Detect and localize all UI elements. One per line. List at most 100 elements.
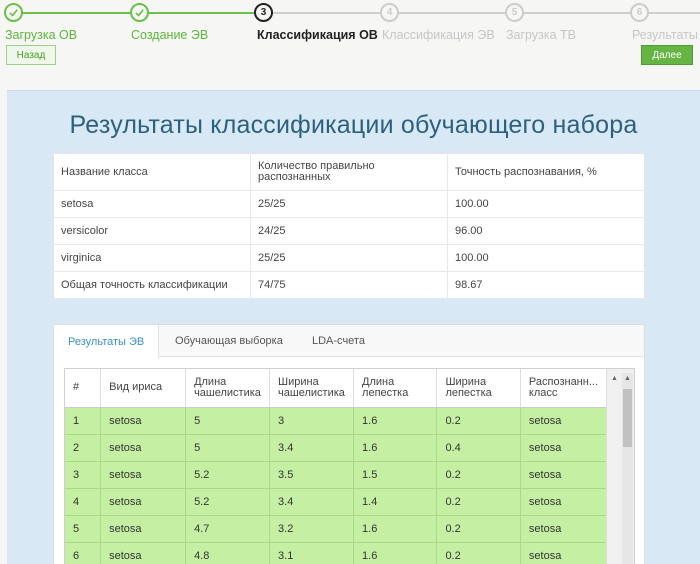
step-6-label[interactable]: Результаты: [632, 28, 698, 42]
grid-cell: 0.2: [436, 488, 521, 516]
grid-cell: 3.4: [269, 434, 355, 462]
grid-cell: 1.6: [353, 542, 438, 564]
grid-cell: 3: [269, 407, 355, 435]
table-row[interactable]: 6 setosa 4.8 3.1 1.6 0.2 setosa: [65, 542, 606, 564]
grid-cell: 1.6: [353, 515, 438, 543]
grid-cell: setosa: [520, 488, 606, 516]
classification-summary-table: Название класса Количество правильно рас…: [53, 153, 645, 299]
step-1-label[interactable]: Загрузка ОВ: [5, 28, 77, 42]
step-1-check-icon: [4, 3, 23, 22]
tab-results-ev[interactable]: Результаты ЭВ: [54, 325, 160, 358]
grid-cell: 1.6: [353, 407, 438, 435]
grid-cell: 0.2: [436, 461, 521, 489]
grid-header-row: # Вид ириса Длина чашелистика Ширина чаш…: [65, 369, 606, 408]
step-5-label[interactable]: Загрузка ТВ: [506, 28, 576, 42]
results-tabs-card: Результаты ЭВ Обучающая выборка LDA-счет…: [53, 324, 645, 564]
grid-cell: 4.7: [185, 515, 271, 543]
table-row[interactable]: 4 setosa 5.2 3.4 1.4 0.2 setosa: [65, 488, 606, 516]
grid-header-species[interactable]: Вид ириса: [100, 369, 187, 408]
grid-cell: setosa: [100, 488, 187, 516]
grid-cell: 4: [65, 488, 102, 516]
step-6-number: 6: [630, 3, 649, 22]
grid-cell: 4.8: [185, 542, 271, 564]
grid-cell: 2: [65, 434, 102, 462]
wizard-steps: Загрузка ОВ Создание ЭВ 3 Классификация …: [0, 0, 700, 80]
grid-cell: 0.4: [436, 434, 521, 462]
grid-cell: 1.5: [353, 461, 438, 489]
grid-cell: 5.2: [185, 488, 271, 516]
summary-cell: virginica: [53, 244, 251, 272]
grid-cell: 5: [185, 407, 271, 435]
summary-total-row: Общая точность классификации 74/75 98.67: [53, 271, 645, 299]
step-4-label[interactable]: Классификация ЭВ: [382, 28, 495, 42]
scrollbar-thumb[interactable]: [623, 389, 632, 447]
grid-cell: setosa: [100, 434, 187, 462]
grid-cell: setosa: [520, 434, 606, 462]
grid-cell: 0.2: [436, 515, 521, 543]
grid-cell: setosa: [100, 461, 187, 489]
tab-lda-scores[interactable]: LDA-счета: [298, 325, 379, 357]
grid-cell: setosa: [520, 515, 606, 543]
summary-cell: 100.00: [447, 244, 645, 272]
grid-header-index[interactable]: #: [65, 369, 102, 408]
grid-header-petal-width[interactable]: Ширина лепестка: [436, 369, 521, 408]
grid-cell: 5: [185, 434, 271, 462]
page-title: Результаты классификации обучающего набо…: [69, 111, 638, 139]
summary-cell: versicolor: [53, 217, 251, 245]
summary-row: setosa 25/25 100.00: [53, 190, 645, 218]
grid-header-sepal-width[interactable]: Ширина чашелистика: [269, 369, 355, 408]
main-panel: Результаты классификации обучающего набо…: [7, 90, 700, 564]
grid-cell: 1.4: [353, 488, 438, 516]
summary-cell: 96.00: [447, 217, 645, 245]
table-row[interactable]: 3 setosa 5.2 3.5 1.5 0.2 setosa: [65, 461, 606, 489]
grid-cell: 3.1: [269, 542, 355, 564]
results-grid[interactable]: # Вид ириса Длина чашелистика Ширина чаш…: [64, 368, 635, 564]
step-2-check-icon: [130, 3, 149, 22]
back-button[interactable]: Назад: [6, 45, 56, 65]
grid-cell: setosa: [100, 515, 187, 543]
tab-bar: Результаты ЭВ Обучающая выборка LDA-счет…: [54, 325, 644, 358]
summary-row: versicolor 24/25 96.00: [53, 217, 645, 245]
grid-cell: setosa: [520, 407, 606, 435]
step-3-number: 3: [254, 3, 273, 22]
grid-header-petal-length[interactable]: Длина лепестка: [353, 369, 438, 408]
grid-header-sepal-length[interactable]: Длина чашелистика: [185, 369, 271, 408]
grid-vertical-scrollbar[interactable]: ▲ ▲: [606, 369, 634, 564]
summary-cell: 100.00: [447, 190, 645, 218]
summary-header-correct: Количество правильно распознанных: [250, 153, 448, 191]
step-3-label[interactable]: Классификация ОВ: [257, 28, 378, 42]
next-button[interactable]: Далее: [641, 45, 693, 65]
grid-cell: 5.2: [185, 461, 271, 489]
grid-cell: setosa: [100, 542, 187, 564]
summary-cell: 24/25: [250, 217, 448, 245]
grid-cell: 5: [65, 515, 102, 543]
grid-cell: setosa: [520, 461, 606, 489]
tab-training-set[interactable]: Обучающая выборка: [161, 325, 297, 357]
summary-cell: 74/75: [250, 271, 448, 299]
grid-cell: 3.5: [269, 461, 355, 489]
summary-cell: Общая точность классификации: [53, 271, 251, 299]
grid-cell: 0.2: [436, 542, 521, 564]
results-grid-table: # Вид ириса Длина чашелистика Ширина чаш…: [65, 369, 606, 564]
table-row[interactable]: 2 setosa 5 3.4 1.6 0.4 setosa: [65, 434, 606, 462]
grid-header-recognized-class[interactable]: Распознанн... класс: [520, 369, 606, 408]
grid-cell: setosa: [520, 542, 606, 564]
table-row[interactable]: 1 setosa 5 3 1.6 0.2 setosa: [65, 407, 606, 435]
table-row[interactable]: 5 setosa 4.7 3.2 1.6 0.2 setosa: [65, 515, 606, 543]
step-5-number: 5: [505, 3, 524, 22]
grid-cell: 1.6: [353, 434, 438, 462]
grid-cell: 3.2: [269, 515, 355, 543]
summary-header-class: Название класса: [53, 153, 251, 191]
grid-cell: setosa: [100, 407, 187, 435]
grid-cell: 6: [65, 542, 102, 564]
step-4-number: 4: [380, 3, 399, 22]
scroll-up-arrow-icon[interactable]: ▲: [624, 375, 631, 382]
step-2-label[interactable]: Создание ЭВ: [131, 28, 208, 42]
grid-cell: 1: [65, 407, 102, 435]
summary-cell: 98.67: [447, 271, 645, 299]
summary-cell: 25/25: [250, 190, 448, 218]
summary-cell: 25/25: [250, 244, 448, 272]
grid-cell: 0.2: [436, 407, 521, 435]
scroll-up-arrow-icon[interactable]: ▲: [611, 375, 618, 382]
summary-cell: setosa: [53, 190, 251, 218]
